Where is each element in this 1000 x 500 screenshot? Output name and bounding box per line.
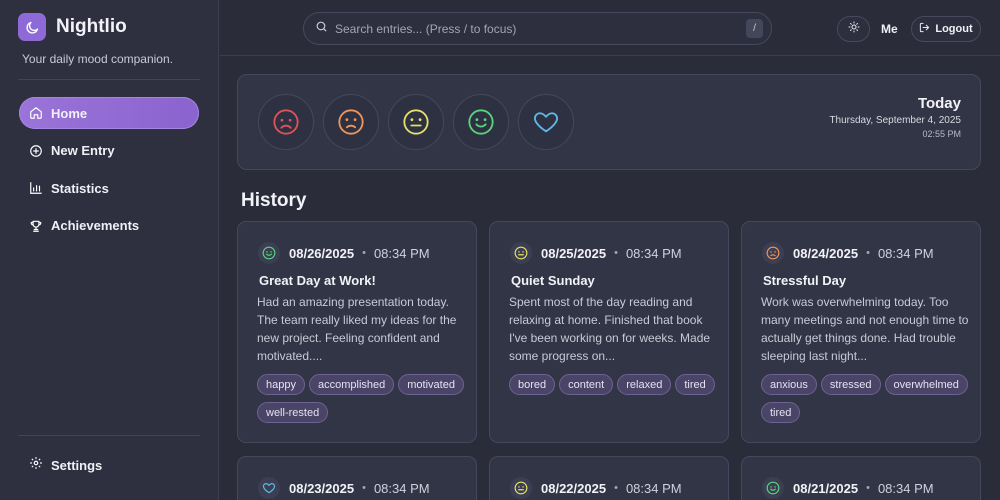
history-card[interactable]: 08/25/2025 • 08:34 PM Quiet Sunday Spent…	[489, 221, 729, 443]
today-time: 02:55 PM	[922, 129, 961, 139]
sidebar-item-statistics[interactable]: Statistics	[19, 172, 199, 204]
sidebar-item-achievements[interactable]: Achievements	[19, 210, 199, 242]
tag[interactable]: bored	[509, 374, 556, 395]
entry-tags: happy accomplished motivated well-rested	[257, 374, 472, 430]
home-icon	[29, 106, 43, 120]
sidebar-divider	[18, 435, 200, 436]
entry-date: 08/21/2025	[793, 480, 859, 496]
tag[interactable]: stressed	[820, 374, 881, 395]
entry-date: 08/23/2025	[289, 480, 355, 496]
theme-toggle-button[interactable]	[837, 16, 870, 42]
tag[interactable]: tired	[675, 374, 715, 395]
moon-icon	[18, 13, 46, 41]
sidebar: Nightlio Your daily mood companion. Home…	[0, 0, 219, 500]
sad-face-icon	[338, 109, 364, 135]
sidebar-item-new-entry[interactable]: New Entry	[19, 135, 199, 167]
entry-time: 08:34 PM	[877, 480, 934, 496]
tag[interactable]: motivated	[398, 374, 464, 395]
heart-icon	[258, 477, 280, 499]
entry-time: 08:34 PM	[625, 245, 682, 261]
search-icon	[315, 20, 328, 38]
brand[interactable]: Nightlio	[18, 13, 127, 41]
sidebar-item-label: Home	[51, 105, 88, 121]
entry-excerpt: Spent most of the day reading and relaxi…	[509, 295, 711, 363]
heart-icon	[534, 112, 558, 133]
history-heading: History	[241, 190, 307, 211]
bar-chart-icon	[29, 181, 43, 195]
very-sad-face-icon	[273, 109, 299, 135]
tag[interactable]: anxious	[761, 374, 817, 395]
tag[interactable]: relaxed	[617, 374, 672, 395]
mood-button-terrible[interactable]	[258, 94, 314, 150]
mood-button-amazing[interactable]	[518, 94, 574, 150]
search-shortcut-hint: /	[746, 19, 763, 38]
history-card[interactable]: 08/22/2025 • 08:34 PM	[489, 456, 729, 500]
trophy-icon	[29, 219, 43, 233]
entry-date: 08/22/2025	[541, 480, 607, 496]
entry-excerpt: Had an amazing presentation today. The t…	[257, 295, 457, 363]
gear-icon	[29, 456, 43, 475]
entry-tags: anxious stressed overwhelmed tired	[761, 374, 976, 430]
tag[interactable]: content	[559, 374, 614, 395]
entry-date: 08/26/2025	[289, 245, 355, 261]
smile-face-icon	[762, 477, 784, 499]
sidebar-item-settings[interactable]: Settings	[19, 449, 199, 481]
settings-label: Settings	[51, 457, 103, 473]
sidebar-item-label: Achievements	[51, 218, 140, 233]
tag[interactable]: accomplished	[308, 374, 395, 395]
history-card[interactable]: 08/21/2025 • 08:34 PM	[741, 456, 981, 500]
logout-button[interactable]: Logout	[911, 16, 981, 42]
tag[interactable]: well-rested	[257, 402, 329, 423]
smile-face-icon	[468, 109, 494, 135]
history-card[interactable]: 08/24/2025 • 08:34 PM Stressful Day Work…	[741, 221, 981, 443]
today-date: Thursday, September 4, 2025	[829, 115, 961, 126]
tag[interactable]: overwhelmed	[884, 374, 968, 395]
history-card[interactable]: 08/26/2025 • 08:34 PM Great Day at Work!…	[237, 221, 477, 443]
entry-date: 08/25/2025	[541, 245, 607, 261]
app-name: Nightlio	[56, 16, 127, 37]
entry-date: 08/24/2025	[793, 245, 859, 261]
smile-face-icon	[258, 242, 280, 264]
entry-title: Quiet Sunday	[511, 273, 595, 288]
logout-label: Logout	[935, 23, 973, 35]
neutral-face-icon	[510, 477, 532, 499]
sidebar-nav: Home New Entry Statistics Achievements	[19, 97, 199, 247]
sad-face-icon	[762, 242, 784, 264]
user-menu[interactable]: Me	[881, 22, 898, 36]
entry-time: 08:34 PM	[373, 245, 430, 261]
mood-button-bad[interactable]	[323, 94, 379, 150]
top-bar: / Me Logout	[220, 0, 1000, 56]
entry-tags: bored content relaxed tired	[509, 374, 724, 402]
tag[interactable]: happy	[257, 374, 305, 395]
entry-title: Great Day at Work!	[259, 273, 376, 288]
sidebar-item-home[interactable]: Home	[19, 97, 199, 129]
entry-time: 08:34 PM	[625, 480, 682, 496]
sidebar-item-label: New Entry	[51, 143, 115, 158]
tag[interactable]: tired	[761, 402, 801, 423]
search-bar[interactable]: /	[303, 12, 772, 45]
mood-picker-panel: Today Thursday, September 4, 2025 02:55 …	[237, 74, 981, 170]
neutral-face-icon	[403, 109, 429, 135]
sidebar-divider	[18, 79, 200, 80]
mood-picker	[258, 94, 583, 150]
entry-time: 08:34 PM	[877, 245, 934, 261]
today-info: Today Thursday, September 4, 2025 02:55 …	[829, 95, 961, 139]
neutral-face-icon	[510, 242, 532, 264]
entry-time: 08:34 PM	[373, 480, 430, 496]
mood-button-good[interactable]	[453, 94, 509, 150]
entry-excerpt: Work was overwhelming today. Too many me…	[761, 295, 969, 363]
sun-icon	[848, 20, 860, 38]
today-title: Today	[917, 95, 961, 112]
sidebar-item-label: Statistics	[51, 180, 109, 196]
entry-title: Stressful Day	[763, 273, 847, 288]
mood-button-okay[interactable]	[388, 94, 444, 150]
search-input[interactable]	[335, 21, 746, 36]
app-tagline: Your daily mood companion.	[22, 52, 173, 66]
plus-circle-icon	[29, 144, 43, 158]
history-card[interactable]: 08/23/2025 • 08:34 PM	[237, 456, 477, 500]
logout-icon	[919, 22, 930, 36]
